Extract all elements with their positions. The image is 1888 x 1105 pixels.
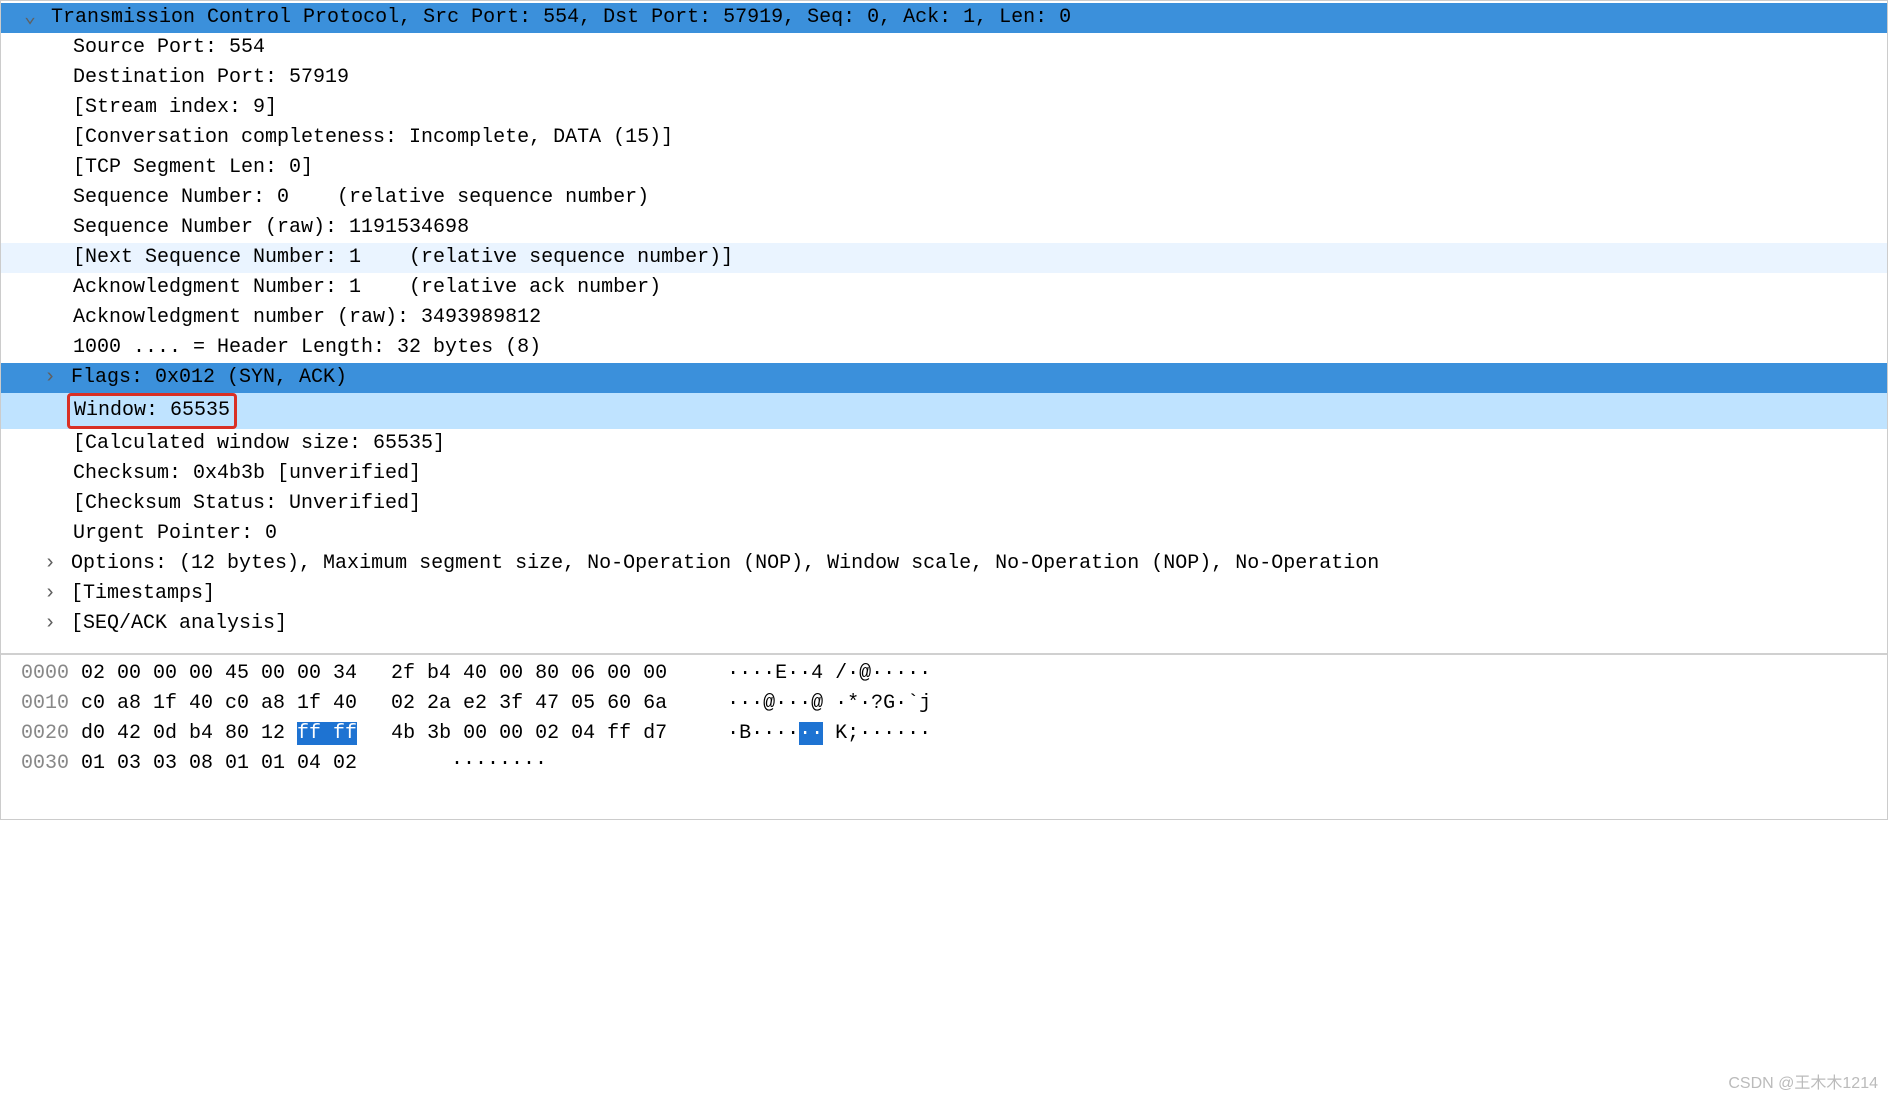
next-sequence-number-row[interactable]: [Next Sequence Number: 1 (relative seque… <box>1 243 1887 273</box>
timestamps-row[interactable]: › [Timestamps] <box>1 579 1887 609</box>
hex-bytes: 4b 3b 00 00 02 04 ff d7 <box>391 719 667 749</box>
expand-toggle[interactable]: › <box>41 609 59 639</box>
hex-dump-pane[interactable]: 000002 00 00 00 45 00 00 34 2f b4 40 00 8… <box>1 655 1887 819</box>
hex-offset: 0030 <box>1 749 81 779</box>
hex-ascii: ····E··4 /·@····· <box>667 659 931 689</box>
highlight-box: Window: 65535 <box>67 393 237 429</box>
tcp-header-row[interactable]: ⌄ Transmission Control Protocol, Src Por… <box>1 3 1887 33</box>
watermark: CSDN @王木木1214 <box>1728 1069 1878 1099</box>
acknowledgment-number-row[interactable]: Acknowledgment Number: 1 (relative ack n… <box>1 273 1887 303</box>
urgent-pointer-row[interactable]: Urgent Pointer: 0 <box>1 519 1887 549</box>
hex-bytes: c0 a8 1f 40 c0 a8 1f 40 <box>81 689 357 719</box>
hex-row[interactable]: 003001 03 03 08 01 01 04 02 ········ <box>1 749 1887 779</box>
window-row[interactable]: Window: 65535 <box>1 393 1887 429</box>
hex-ascii: ········ <box>391 749 547 779</box>
stream-index-row[interactable]: [Stream index: 9] <box>1 93 1887 123</box>
tcp-header-text: Transmission Control Protocol, Src Port:… <box>51 6 1071 29</box>
acknowledgment-number-raw-row[interactable]: Acknowledgment number (raw): 3493989812 <box>1 303 1887 333</box>
hex-row[interactable]: 000002 00 00 00 45 00 00 34 2f b4 40 00 8… <box>1 659 1887 689</box>
sequence-number-row[interactable]: Sequence Number: 0 (relative sequence nu… <box>1 183 1887 213</box>
tcp-segment-len-row[interactable]: [TCP Segment Len: 0] <box>1 153 1887 183</box>
expand-toggle[interactable]: › <box>41 549 59 579</box>
checksum-row[interactable]: Checksum: 0x4b3b [unverified] <box>1 459 1887 489</box>
hex-offset: 0000 <box>1 659 81 689</box>
flags-row[interactable]: › Flags: 0x012 (SYN, ACK) <box>1 363 1887 393</box>
header-length-row[interactable]: 1000 .... = Header Length: 32 bytes (8) <box>1 333 1887 363</box>
hex-bytes: 02 00 00 00 45 00 00 34 <box>81 659 357 689</box>
hex-offset: 0010 <box>1 689 81 719</box>
expand-toggle[interactable]: › <box>41 363 59 393</box>
sequence-number-raw-row[interactable]: Sequence Number (raw): 1191534698 <box>1 213 1887 243</box>
source-port-row[interactable]: Source Port: 554 <box>1 33 1887 63</box>
hex-bytes: d0 42 0d b4 80 12 ff ff <box>81 719 357 749</box>
expand-toggle[interactable]: › <box>41 579 59 609</box>
hex-row[interactable]: 0010c0 a8 1f 40 c0 a8 1f 40 02 2a e2 3f 4… <box>1 689 1887 719</box>
hex-row[interactable]: 0020d0 42 0d b4 80 12 ff ff 4b 3b 00 00 0… <box>1 719 1887 749</box>
calculated-window-size-row[interactable]: [Calculated window size: 65535] <box>1 429 1887 459</box>
hex-bytes: 2f b4 40 00 80 06 00 00 <box>391 659 667 689</box>
hex-offset: 0020 <box>1 719 81 749</box>
hex-highlight: ·· <box>799 722 823 745</box>
conversation-completeness-row[interactable]: [Conversation completeness: Incomplete, … <box>1 123 1887 153</box>
seq-ack-analysis-row[interactable]: › [SEQ/ACK analysis] <box>1 609 1887 639</box>
hex-ascii: ·B······ K;······ <box>667 719 931 749</box>
hex-bytes: 01 03 03 08 01 01 04 02 <box>81 749 357 779</box>
hex-bytes: 02 2a e2 3f 47 05 60 6a <box>391 689 667 719</box>
options-row[interactable]: › Options: (12 bytes), Maximum segment s… <box>1 549 1887 579</box>
checksum-status-row[interactable]: [Checksum Status: Unverified] <box>1 489 1887 519</box>
hex-ascii: ···@···@ ·*·?G·`j <box>667 689 931 719</box>
packet-details-pane[interactable]: ⌄ Transmission Control Protocol, Src Por… <box>1 1 1887 653</box>
expand-toggle[interactable]: ⌄ <box>21 3 39 33</box>
destination-port-row[interactable]: Destination Port: 57919 <box>1 63 1887 93</box>
hex-highlight: ff ff <box>297 722 357 745</box>
